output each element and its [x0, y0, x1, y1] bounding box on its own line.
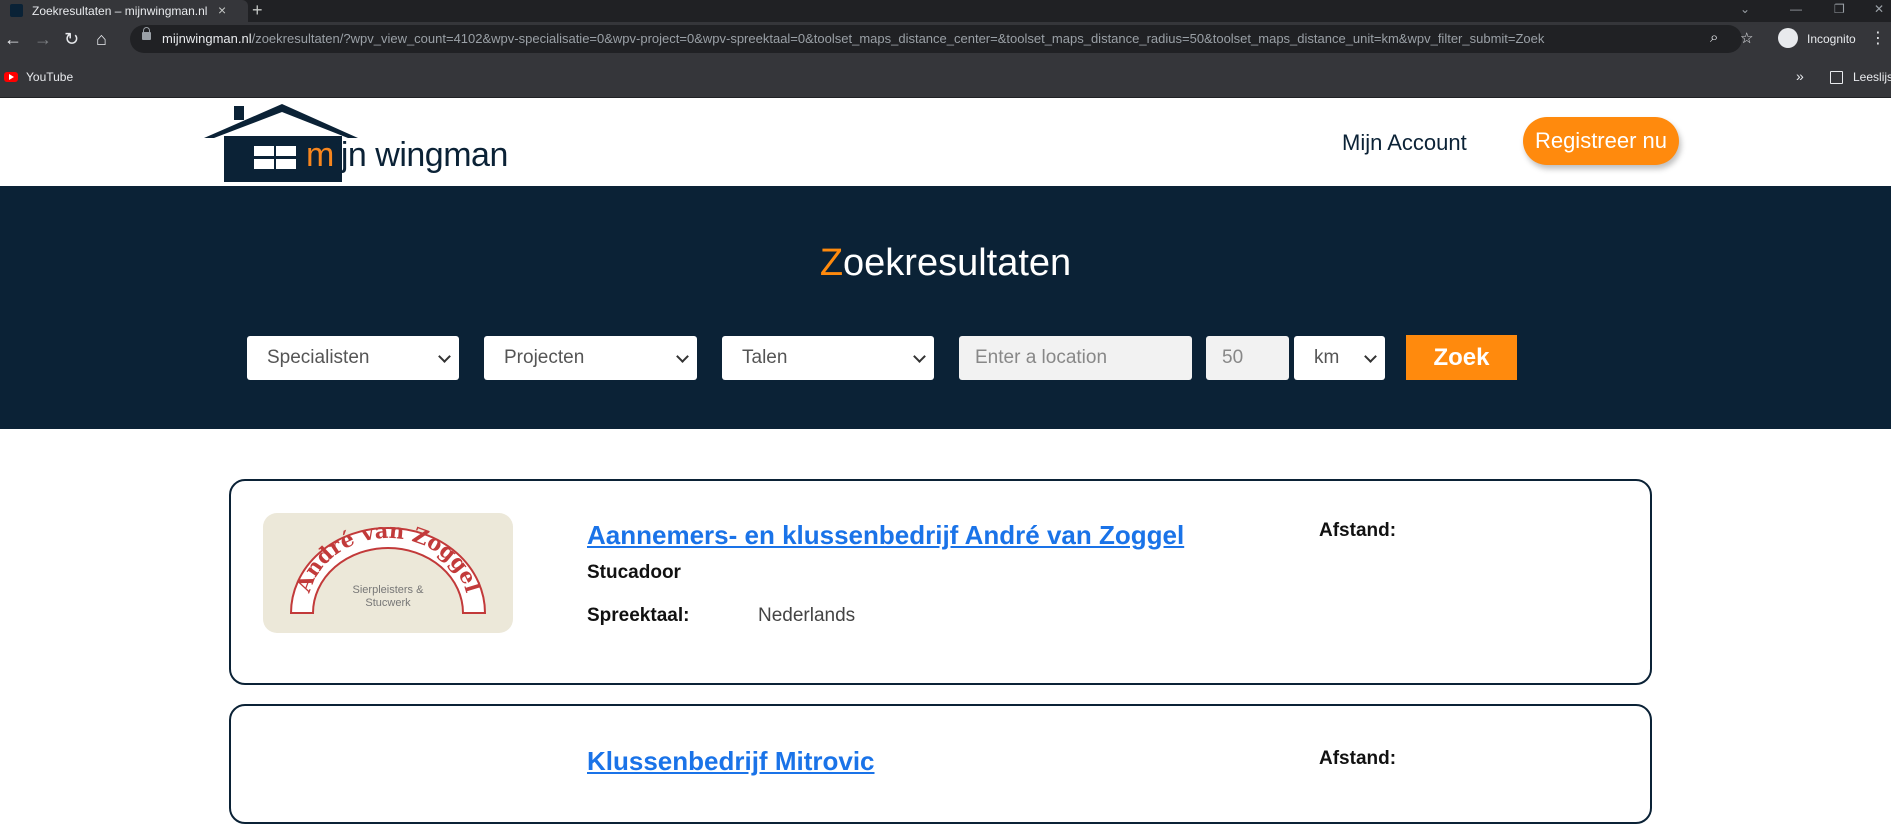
talen-select[interactable]: Talen — [722, 336, 934, 380]
tab-search-icon[interactable]: ⌄ — [1740, 2, 1750, 16]
projecten-select[interactable]: Projecten — [484, 336, 697, 380]
search-hero: Zoekresultaten Specialisten Projecten Ta… — [0, 186, 1891, 429]
reading-list-icon[interactable] — [1830, 71, 1843, 84]
bookmark-star-icon[interactable]: ☆ — [1740, 29, 1753, 47]
home-icon[interactable]: ⌂ — [96, 28, 107, 50]
logo-wordmark: mijn wingman — [306, 136, 508, 174]
language-label: Spreektaal: — [587, 605, 690, 626]
radius-input[interactable]: 50 — [1206, 336, 1289, 380]
page-title: Zoekresultaten — [819, 242, 1072, 284]
new-tab-icon[interactable]: + — [252, 0, 263, 21]
account-link[interactable]: Mijn Account — [1342, 130, 1467, 156]
site-header: mijn wingman Mijn Account Registreer nu — [0, 98, 1891, 186]
restore-icon[interactable]: ❐ — [1834, 2, 1845, 16]
chevron-down-icon — [438, 350, 451, 363]
browser-toolbar: ← → ↻ ⌂ mijnwingman.nl/zoekresultaten/?w… — [0, 22, 1891, 58]
reading-list-label[interactable]: Leeslijst — [1853, 70, 1891, 84]
url-text[interactable]: mijnwingman.nl/zoekresultaten/?wpv_view_… — [162, 31, 1544, 46]
company-logo[interactable]: André van Zoggel Sierpleisters & Stucwer… — [263, 513, 513, 633]
language-value: Nederlands — [758, 605, 856, 626]
browser-tab[interactable]: Zoekresultaten – mijnwingman.nl × — [0, 0, 248, 22]
browser-tab-bar: Zoekresultaten – mijnwingman.nl × + ⌄ — … — [0, 0, 1891, 22]
browser-menu-icon[interactable]: ⋮ — [1870, 28, 1886, 48]
tab-close-icon[interactable]: × — [218, 2, 226, 18]
chevron-down-icon — [676, 350, 689, 363]
location-input[interactable]: Enter a location — [959, 336, 1192, 380]
distance-label: Afstand: — [1319, 748, 1397, 769]
company-name-link[interactable]: Klussenbedrijf Mitrovic — [587, 746, 875, 777]
result-card: Klussenbedrijf Mitrovic Afstand: — [229, 704, 1652, 824]
minimize-icon[interactable]: — — [1790, 2, 1802, 16]
close-window-icon[interactable]: ✕ — [1874, 2, 1884, 16]
svg-text:Sierpleisters &: Sierpleisters & — [353, 584, 425, 596]
search-button[interactable]: Zoek — [1406, 335, 1517, 380]
site-favicon-icon — [10, 4, 23, 17]
chevron-down-icon — [1364, 350, 1377, 363]
result-card: André van Zoggel Sierpleisters & Stucwer… — [229, 479, 1652, 685]
chevron-down-icon — [913, 350, 926, 363]
company-specialty: Stucadoor — [587, 562, 681, 583]
zoom-icon[interactable]: ⌕ — [1710, 29, 1718, 46]
incognito-label[interactable]: Incognito — [1807, 32, 1856, 46]
lock-icon[interactable] — [142, 27, 151, 40]
bookmarks-bar: YouTube » Leeslijst — [0, 58, 1891, 98]
company-name-link[interactable]: Aannemers- en klussenbedrijf André van Z… — [587, 520, 1184, 551]
tab-title: Zoekresultaten – mijnwingman.nl — [32, 4, 208, 18]
forward-icon[interactable]: → — [34, 28, 52, 50]
youtube-icon[interactable] — [4, 72, 18, 82]
bookmark-youtube[interactable]: YouTube — [26, 70, 73, 84]
back-icon[interactable]: ← — [4, 28, 22, 50]
register-button[interactable]: Registreer nu — [1523, 117, 1679, 165]
svg-text:Stucwerk: Stucwerk — [365, 597, 411, 609]
incognito-icon[interactable] — [1778, 28, 1798, 48]
bookmarks-overflow-icon[interactable]: » — [1796, 68, 1804, 84]
address-bar[interactable]: mijnwingman.nl/zoekresultaten/?wpv_view_… — [130, 25, 1753, 53]
specialisten-select[interactable]: Specialisten — [247, 336, 459, 380]
distance-label: Afstand: — [1319, 520, 1397, 541]
reload-icon[interactable]: ↻ — [64, 28, 79, 50]
unit-select[interactable]: km — [1294, 336, 1385, 380]
